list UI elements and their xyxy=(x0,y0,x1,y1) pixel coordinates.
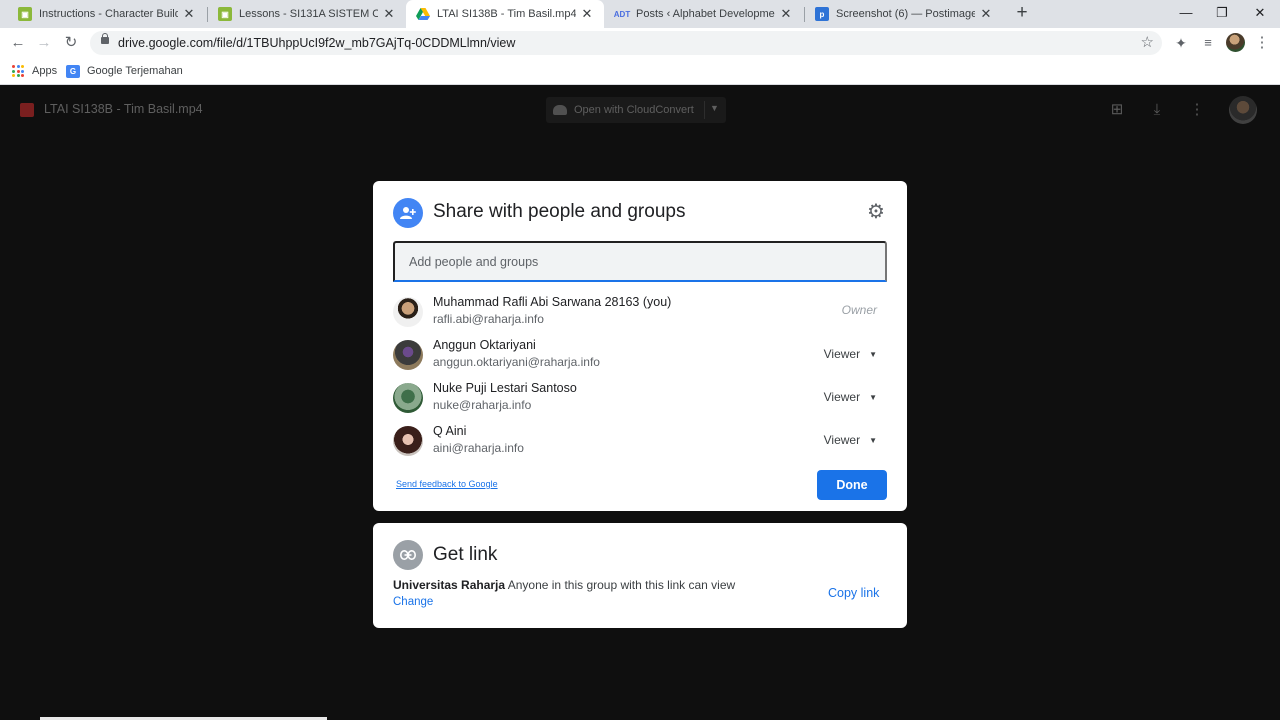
tab-title: Lessons - SI131A SISTEM OPERA xyxy=(239,8,378,20)
link-org-name: Universitas Raharja xyxy=(393,578,506,592)
tab-title: LTAI SI138B - Tim Basil.mp4 - Go xyxy=(437,8,576,20)
close-icon[interactable]: ✕ xyxy=(779,6,793,22)
apps-grid-icon xyxy=(12,65,24,77)
url-text[interactable]: drive.google.com/file/d/1TBUhppUcI9f2w_m… xyxy=(118,36,515,50)
postimages-icon: p xyxy=(815,7,829,21)
person-email: nuke@raharja.info xyxy=(433,398,532,412)
get-link-title: Get link xyxy=(433,544,498,565)
close-icon[interactable]: ✕ xyxy=(979,6,993,22)
bookmark-label: Apps xyxy=(32,65,58,77)
link-access-text: Anyone in this group with this link can … xyxy=(507,578,736,592)
person-email: rafli.abi@raharja.info xyxy=(433,312,544,326)
tab-postimages[interactable]: p Screenshot (6) — Postimages ✕ xyxy=(805,0,1003,28)
close-icon[interactable]: ✕ xyxy=(182,6,196,22)
file-title: LTAI SI138B - Tim Basil.mp4 xyxy=(44,102,203,116)
forward-arrow-icon[interactable]: → xyxy=(34,33,54,53)
download-icon[interactable]: ⤓ xyxy=(1147,100,1167,120)
minimize-button[interactable]: ― xyxy=(1166,0,1206,28)
add-comment-icon[interactable]: ⊞ xyxy=(1107,100,1127,120)
bookmark-apps[interactable]: Apps xyxy=(12,63,57,79)
account-avatar[interactable] xyxy=(1229,96,1257,124)
bookmark-star-icon[interactable]: ☆ xyxy=(1141,33,1154,51)
person-avatar xyxy=(393,426,423,456)
bookmark-label: Google Terjemahan xyxy=(87,65,183,77)
lock-icon xyxy=(101,33,109,44)
divider xyxy=(704,101,705,119)
done-button[interactable]: Done xyxy=(817,470,887,500)
person-role: Viewer xyxy=(823,390,861,404)
browser-menu-icon[interactable]: ⋮ xyxy=(1252,33,1272,53)
person-role: Viewer xyxy=(823,347,861,361)
tab-title: Screenshot (6) — Postimages xyxy=(836,8,975,20)
bookmarks-bar: Apps G Google Terjemahan xyxy=(0,58,1280,85)
tab-strip: ▣ Instructions - Character Building ✕ ▣ … xyxy=(0,0,1280,28)
add-people-input[interactable] xyxy=(393,241,887,282)
share-dialog-title: Share with people and groups xyxy=(433,201,686,222)
wordpress-icon: ADT xyxy=(613,9,631,19)
more-options-icon[interactable]: ⋮ xyxy=(1187,100,1207,120)
back-arrow-icon[interactable]: ← xyxy=(8,33,28,53)
role-dropdown[interactable]: Viewer ▼ xyxy=(824,433,877,447)
chevron-down-icon[interactable]: ▼ xyxy=(710,103,719,113)
person-name: Anggun Oktariyani xyxy=(433,338,536,352)
person-name: Nuke Puji Lestari Santoso xyxy=(433,381,577,395)
window-close-button[interactable]: ✕ xyxy=(1240,0,1280,28)
settings-gear-icon[interactable]: ⚙ xyxy=(865,201,887,223)
media-queue-icon[interactable]: ≡ xyxy=(1198,33,1218,53)
share-person-row: Q Aini aini@raharja.info Viewer ▼ xyxy=(393,422,887,462)
share-dialog: Share with people and groups ⚙ Muhammad … xyxy=(373,181,907,511)
add-person-icon xyxy=(393,198,423,228)
person-role: Viewer xyxy=(823,433,861,447)
tab-lessons[interactable]: ▣ Lessons - SI131A SISTEM OPERA ✕ xyxy=(208,0,406,28)
restore-button[interactable]: ❐ xyxy=(1202,0,1242,28)
share-person-row: Muhammad Rafli Abi Sarwana 28163 (you) r… xyxy=(393,293,887,333)
share-person-row: Nuke Puji Lestari Santoso nuke@raharja.i… xyxy=(393,379,887,419)
tab-instructions[interactable]: ▣ Instructions - Character Building ✕ xyxy=(8,0,206,28)
tab-drive-video[interactable]: LTAI SI138B - Tim Basil.mp4 - Go ✕ xyxy=(406,0,604,28)
new-tab-button[interactable]: + xyxy=(1012,3,1032,23)
change-access-link[interactable]: Change xyxy=(393,596,433,608)
address-bar[interactable]: drive.google.com/file/d/1TBUhppUcI9f2w_m… xyxy=(90,31,1162,55)
extensions-puzzle-icon[interactable]: ✦ xyxy=(1171,33,1191,53)
person-email: aini@raharja.info xyxy=(433,441,524,455)
browser-toolbar: ← → ↻ drive.google.com/file/d/1TBUhppUcI… xyxy=(0,28,1280,58)
copy-link-button[interactable]: Copy link xyxy=(828,586,879,600)
person-name: Muhammad Rafli Abi Sarwana 28163 (you) xyxy=(433,295,672,309)
open-with-button[interactable]: Open with CloudConvert ▼ xyxy=(546,97,726,123)
get-link-panel[interactable]: Get link Universitas Raharja Anyone in t… xyxy=(373,523,907,628)
person-email: anggun.oktariyani@raharja.info xyxy=(433,355,600,369)
google-drive-icon xyxy=(416,7,430,21)
close-icon[interactable]: ✕ xyxy=(382,6,396,22)
link-icon xyxy=(393,540,423,570)
bookmark-google-translate[interactable]: G Google Terjemahan xyxy=(66,63,183,79)
tab-title: Posts ‹ Alphabet Development Te xyxy=(636,8,775,20)
open-with-label: Open with CloudConvert xyxy=(574,104,694,116)
caret-down-icon: ▼ xyxy=(869,349,877,359)
role-dropdown[interactable]: Viewer ▼ xyxy=(824,347,877,361)
person-name: Q Aini xyxy=(433,424,467,438)
ilearning-icon: ▣ xyxy=(218,7,232,21)
person-role: Owner xyxy=(841,303,877,317)
link-access-description: Universitas Raharja Anyone in this group… xyxy=(393,578,735,592)
reload-icon[interactable]: ↻ xyxy=(61,33,81,53)
role-dropdown[interactable]: Viewer ▼ xyxy=(824,390,877,404)
share-person-row: Anggun Oktariyani anggun.oktariyani@raha… xyxy=(393,336,887,376)
tab-posts[interactable]: ADT Posts ‹ Alphabet Development Te ✕ xyxy=(605,0,803,28)
caret-down-icon: ▼ xyxy=(869,392,877,402)
person-avatar xyxy=(393,383,423,413)
profile-avatar[interactable] xyxy=(1226,33,1245,52)
google-translate-icon: G xyxy=(66,64,80,78)
person-avatar xyxy=(393,340,423,370)
caret-down-icon: ▼ xyxy=(869,435,877,445)
video-file-icon xyxy=(20,103,34,117)
send-feedback-link[interactable]: Send feedback to Google xyxy=(396,479,498,489)
person-avatar xyxy=(393,297,423,327)
cloud-icon xyxy=(553,105,567,115)
tab-title: Instructions - Character Building xyxy=(39,8,178,20)
close-icon[interactable]: ✕ xyxy=(580,6,594,22)
ilearning-icon: ▣ xyxy=(18,7,32,21)
